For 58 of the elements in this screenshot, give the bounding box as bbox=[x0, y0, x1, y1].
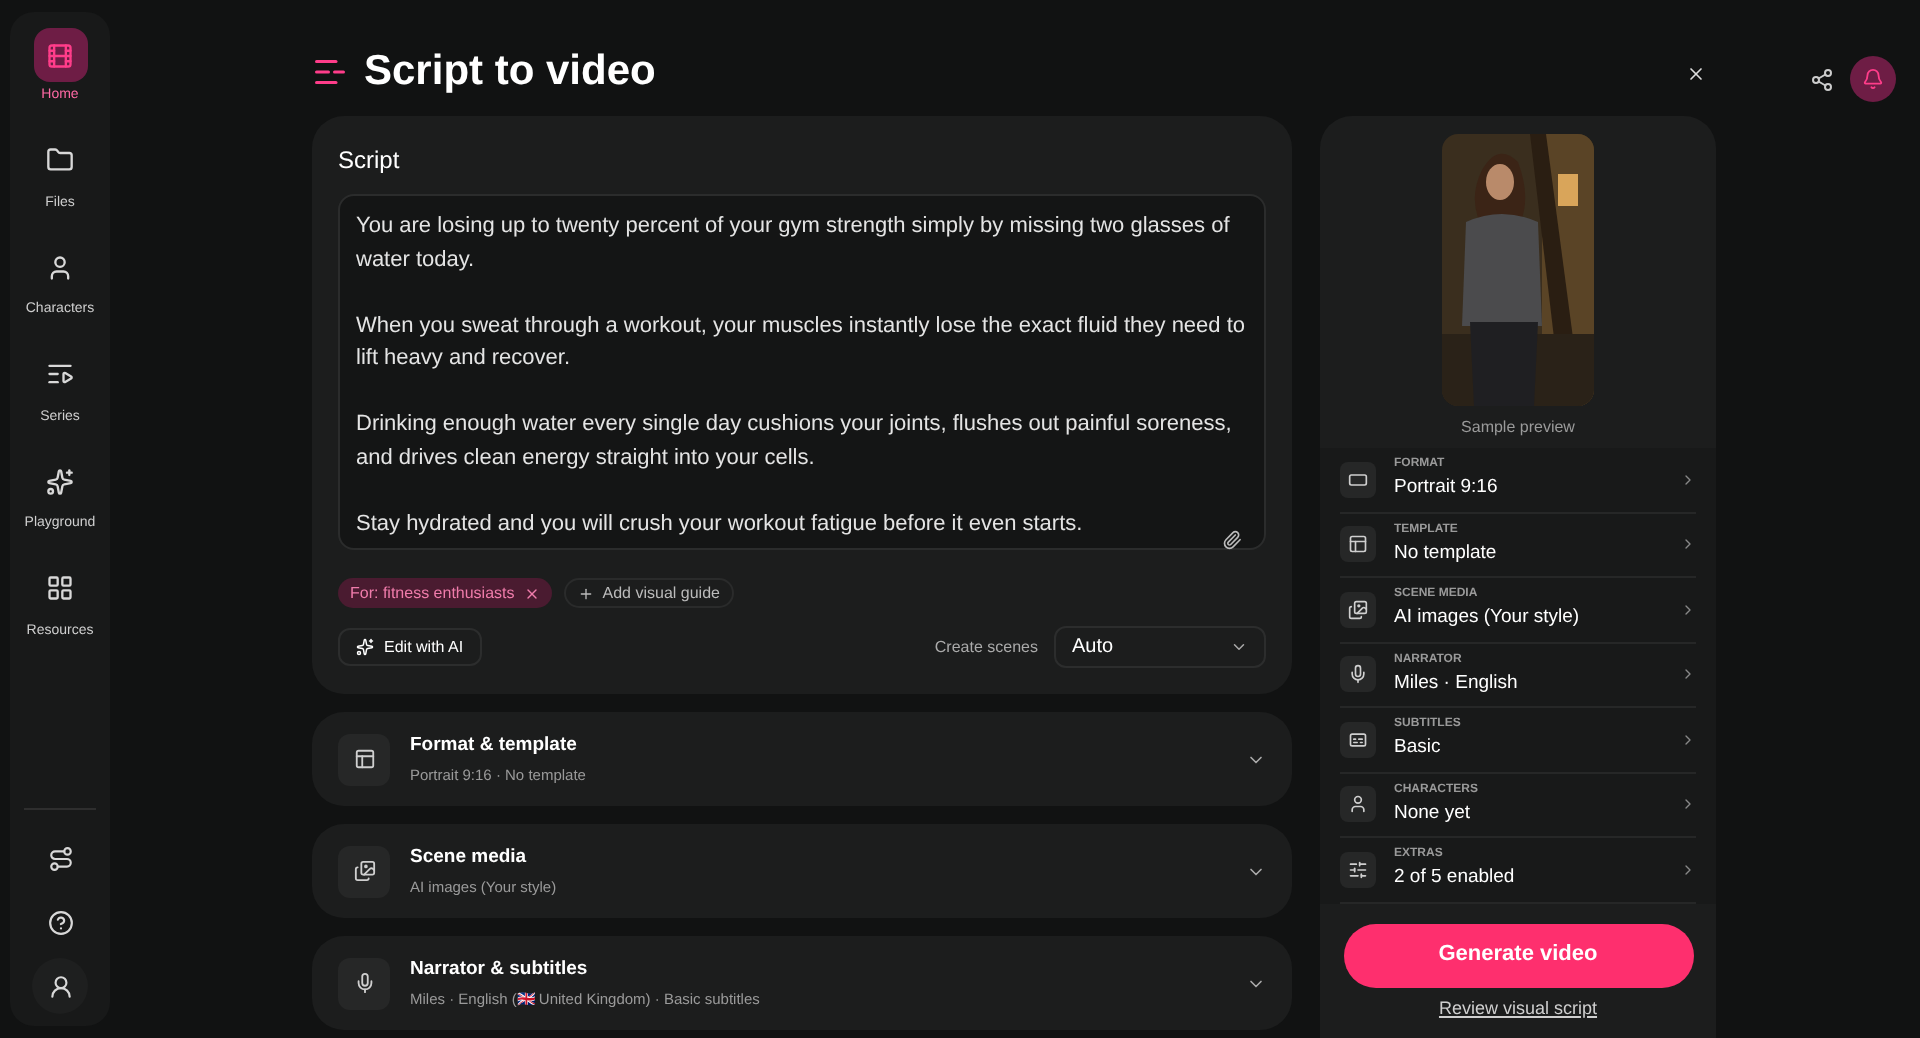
chevron-icon bbox=[1680, 861, 1696, 878]
folder-icon bbox=[46, 146, 74, 174]
chevron-icon bbox=[1680, 796, 1696, 813]
plus-icon bbox=[578, 585, 595, 601]
close-button[interactable] bbox=[1684, 62, 1708, 86]
add-guide-button[interactable]: Add visual guide bbox=[564, 578, 734, 608]
audience-tag: For: fitness enthusiasts bbox=[338, 578, 553, 608]
row-value: AI images (Your style) bbox=[1394, 604, 1582, 633]
playlist-icon bbox=[46, 360, 74, 388]
layout-icon bbox=[1348, 534, 1368, 555]
chevron-icon bbox=[1680, 471, 1696, 488]
row-value: Miles · English bbox=[1394, 669, 1520, 698]
person-icon bbox=[1348, 794, 1368, 815]
preview-caption: Sample preview bbox=[1461, 416, 1575, 440]
section-title: Scene media bbox=[410, 843, 529, 872]
sparkles-icon bbox=[356, 638, 374, 656]
row-value: Basic bbox=[1394, 734, 1443, 763]
row-value: Portrait 9:16 bbox=[1394, 474, 1500, 503]
person-icon bbox=[47, 973, 73, 999]
account-button[interactable] bbox=[32, 958, 88, 1014]
page-title: Script to video bbox=[364, 46, 656, 99]
card-title: Script bbox=[338, 144, 402, 178]
generate-button[interactable]: Generate video bbox=[1343, 923, 1693, 987]
script-icon bbox=[312, 54, 348, 90]
microphone-icon bbox=[353, 972, 375, 994]
sparkles-icon bbox=[46, 467, 74, 495]
sliders-icon bbox=[1348, 859, 1368, 880]
scenes-label: Create scenes bbox=[934, 635, 1038, 659]
chevron-icon bbox=[1230, 638, 1248, 656]
chevron-icon bbox=[1680, 731, 1696, 748]
images-icon bbox=[353, 860, 375, 882]
paperclip-icon[interactable] bbox=[1222, 530, 1242, 550]
microphone-icon bbox=[1348, 664, 1368, 685]
captions-icon bbox=[1348, 729, 1368, 750]
layout-icon bbox=[353, 748, 375, 770]
chevron-icon bbox=[1680, 601, 1696, 618]
row-value: 2 of 5 enabled bbox=[1394, 864, 1517, 893]
images-icon bbox=[1348, 599, 1368, 620]
screen-icon bbox=[1348, 469, 1368, 490]
help-icon bbox=[47, 909, 73, 935]
nodes-icon[interactable] bbox=[1810, 67, 1834, 91]
person-icon bbox=[46, 253, 74, 281]
row-value: None yet bbox=[1394, 799, 1473, 828]
bell-icon bbox=[1862, 68, 1884, 90]
edit-ai-button[interactable]: Edit with AI bbox=[338, 628, 482, 666]
route-icon bbox=[47, 845, 73, 871]
chevron-icon bbox=[1680, 536, 1696, 553]
row-value: No template bbox=[1394, 539, 1499, 568]
section-title: Narrator & subtitles bbox=[410, 955, 590, 984]
script-field[interactable]: You are losing up to twenty percent of your gym strength simply by missing two glasses of water today. When you sweat through a workout, your muscles instantly lose the exact fluid they need to lift heavy and recover. Drinking enough water every single day cushions your joints, flushes out painful soreness, and drives clean energy straight into your cells. Stay hydrated and you will crush your workout fatigue before it even starts. bbox=[338, 194, 1266, 550]
close-icon bbox=[1686, 64, 1706, 84]
section-title: Format & template bbox=[410, 731, 579, 760]
grid-icon bbox=[46, 574, 74, 602]
notifications-button[interactable] bbox=[1850, 56, 1896, 102]
review-link[interactable]: Review visual script bbox=[1438, 997, 1598, 1019]
scenes-select[interactable]: Auto bbox=[1054, 626, 1266, 668]
chevron-icon bbox=[1680, 666, 1696, 683]
remove-icon[interactable] bbox=[524, 585, 541, 601]
